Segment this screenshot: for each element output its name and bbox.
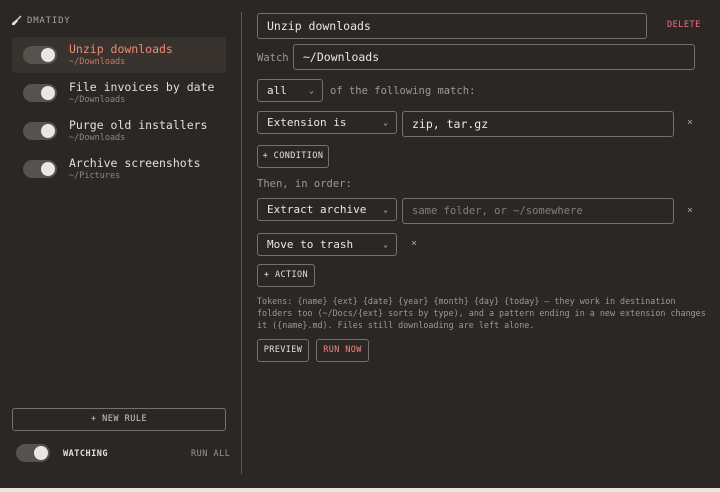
run-all-button[interactable]: RUN ALL: [191, 449, 230, 459]
toggle-knob: [34, 446, 48, 460]
preview-button[interactable]: PREVIEW: [257, 339, 309, 362]
rule-toggle[interactable]: [23, 46, 57, 64]
bottom-edge: [0, 488, 720, 492]
remove-condition-icon[interactable]: ×: [687, 117, 693, 128]
rule-toggle[interactable]: [23, 84, 57, 102]
action-destination-input[interactable]: same folder, or ~/somewhere: [402, 198, 674, 224]
chevron-down-icon: ⌄: [383, 205, 388, 214]
watch-path-input[interactable]: ~/Downloads: [293, 44, 695, 70]
run-now-button[interactable]: RUN NOW: [316, 339, 369, 362]
rule-path: ~/Downloads: [69, 57, 126, 67]
add-action-button[interactable]: + ACTION: [257, 264, 315, 287]
rule-name-input[interactable]: Unzip downloads: [257, 13, 647, 39]
rule-path: ~/Pictures: [69, 171, 121, 181]
rule-item-unzip-downloads[interactable]: Unzip downloads ~/Downloads: [12, 37, 226, 73]
brand: DMATIDY: [11, 15, 71, 26]
brand-name: DMATIDY: [27, 15, 71, 26]
sidebar-divider: [241, 12, 242, 474]
rule-toggle[interactable]: [23, 160, 57, 178]
watching-toggle[interactable]: [16, 444, 50, 462]
condition-field-select[interactable]: Extension is ⌄: [257, 111, 397, 134]
add-condition-button[interactable]: + CONDITION: [257, 145, 329, 168]
chevron-down-icon: ⌄: [309, 86, 314, 95]
watching-label: WATCHING: [63, 449, 108, 459]
match-mode-value: all: [267, 84, 287, 97]
action-type-value: Extract archive: [267, 203, 367, 216]
tokens-help-text: Tokens: {name} {ext} {date} {year} {mont…: [257, 296, 706, 330]
then-label: Then, in order:: [257, 178, 352, 190]
rule-name: Purge old installers: [69, 118, 208, 132]
chevron-down-icon: ⌄: [383, 240, 388, 249]
match-mode-select[interactable]: all ⌄: [257, 79, 323, 102]
toggle-knob: [41, 124, 55, 138]
action-type-select[interactable]: Move to trash ⌄: [257, 233, 397, 256]
sidebar: DMATIDY Unzip downloads ~/Downloads File…: [0, 0, 242, 492]
rule-name: File invoices by date: [69, 80, 215, 94]
condition-value-input[interactable]: zip, tar.gz: [402, 111, 674, 137]
chevron-down-icon: ⌄: [383, 118, 388, 127]
rule-item-file-invoices[interactable]: File invoices by date ~/Downloads: [12, 75, 226, 111]
toggle-knob: [41, 86, 55, 100]
rule-path: ~/Downloads: [69, 95, 126, 105]
delete-rule-button[interactable]: DELETE: [667, 20, 701, 30]
rule-name: Archive screenshots: [69, 156, 201, 170]
match-suffix-label: of the following match:: [330, 85, 476, 97]
toggle-knob: [41, 48, 55, 62]
condition-field-value: Extension is: [267, 116, 347, 129]
watch-label: Watch: [257, 52, 289, 64]
remove-action-icon[interactable]: ×: [411, 238, 417, 249]
toggle-knob: [41, 162, 55, 176]
action-type-value: Move to trash: [267, 238, 354, 251]
rule-path: ~/Downloads: [69, 133, 126, 143]
new-rule-button[interactable]: + NEW RULE: [12, 408, 226, 431]
rule-item-purge-installers[interactable]: Purge old installers ~/Downloads: [12, 113, 226, 149]
broom-icon: [11, 15, 22, 26]
action-type-select[interactable]: Extract archive ⌄: [257, 198, 397, 221]
rule-name: Unzip downloads: [69, 42, 173, 56]
remove-action-icon[interactable]: ×: [687, 205, 693, 216]
rule-item-archive-screenshots[interactable]: Archive screenshots ~/Pictures: [12, 151, 226, 187]
rule-toggle[interactable]: [23, 122, 57, 140]
